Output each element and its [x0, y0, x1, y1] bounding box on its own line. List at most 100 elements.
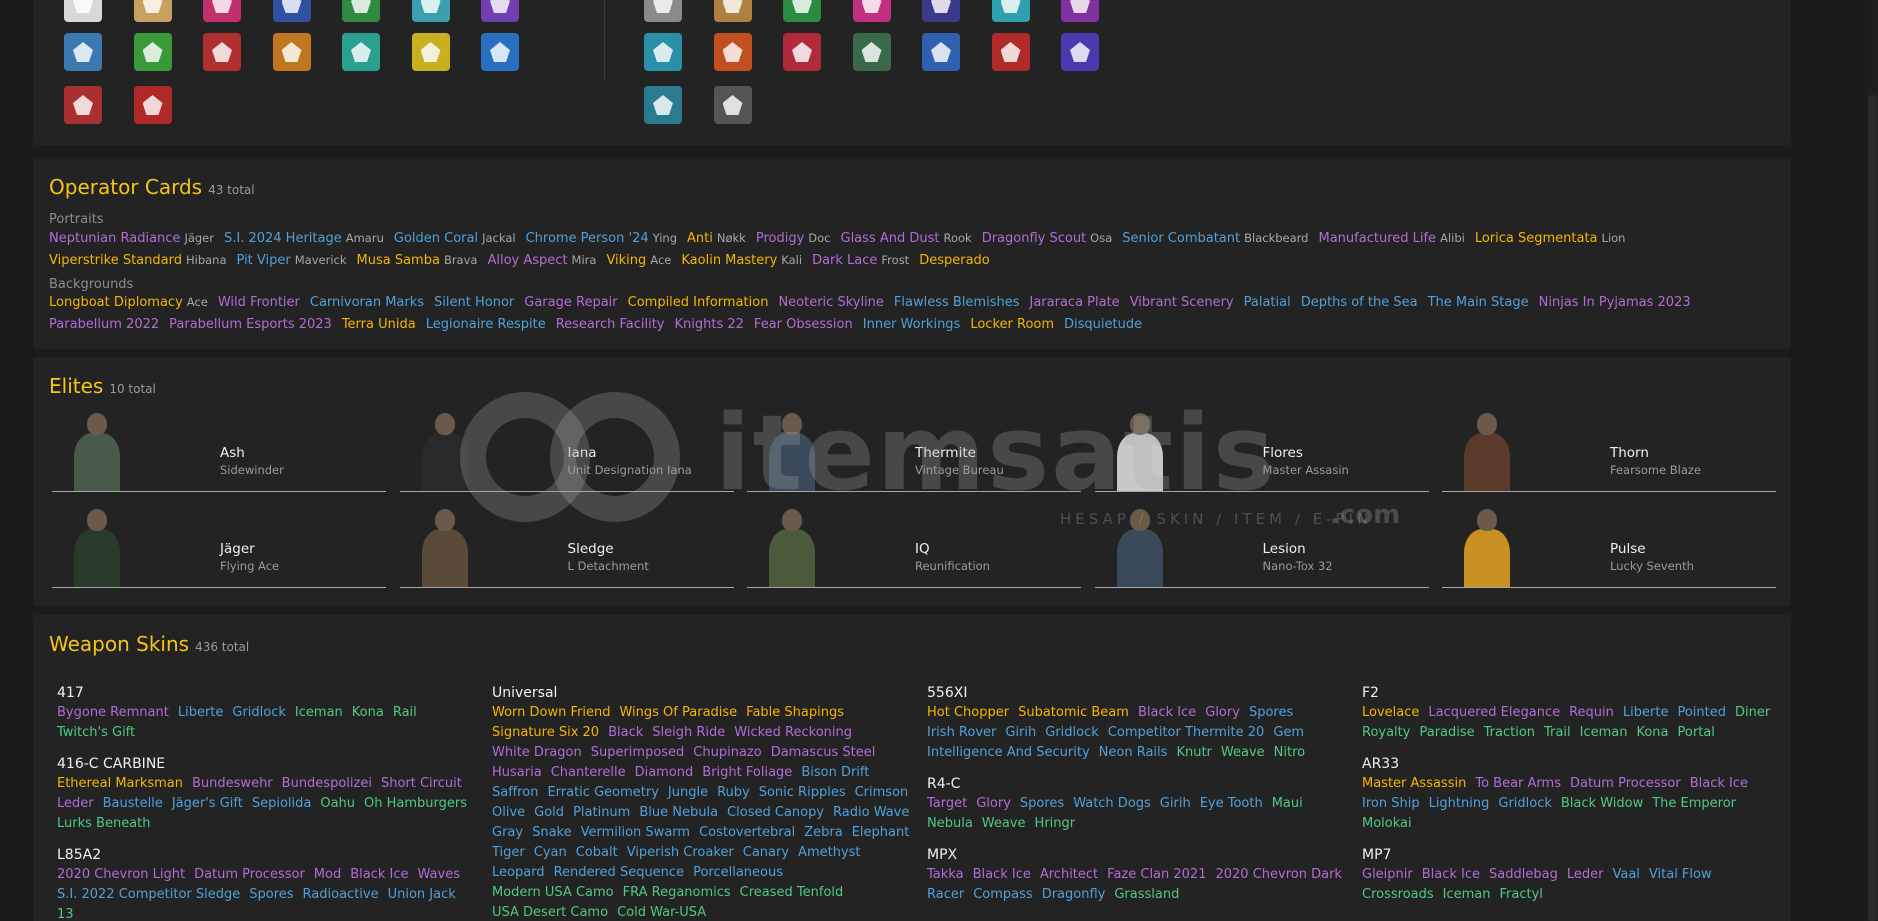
weapon-skin-item[interactable]: Fractyl — [1500, 885, 1543, 905]
weapon-skin-item[interactable]: FRA Reganomics — [623, 883, 731, 903]
weapon-skin-item[interactable]: Spores — [1020, 794, 1064, 814]
weapon-skin-item[interactable]: Bundespolizei — [282, 774, 372, 794]
card-item[interactable]: Knights 22 — [675, 317, 744, 332]
weapon-skin-item[interactable]: Bison Drift — [801, 763, 869, 783]
weapon-skin-item[interactable]: Union Jack — [388, 885, 456, 905]
weapon-skin-item[interactable]: Glory — [976, 794, 1011, 814]
charm-icon[interactable] — [644, 0, 682, 22]
charm-icon[interactable] — [644, 86, 682, 124]
card-item[interactable]: Kaolin Mastery Kali — [681, 253, 802, 268]
charm-icon[interactable] — [713, 86, 752, 124]
charm-icon[interactable] — [133, 86, 172, 124]
weapon-skin-item[interactable]: Irish Rover — [927, 723, 996, 743]
charm-icon[interactable] — [1061, 33, 1099, 71]
weapon-skin-item[interactable]: Weave — [1221, 743, 1265, 763]
weapon-skin-item[interactable]: S.I. 2022 Competitor Sledge — [57, 885, 240, 905]
charm-icon[interactable] — [481, 0, 519, 22]
weapon-skin-item[interactable]: Canary — [743, 843, 789, 863]
card-item[interactable]: Anti Nøkk — [687, 231, 746, 246]
weapon-skin-item[interactable]: Gridlock — [232, 703, 286, 723]
charm-icon[interactable] — [713, 33, 752, 71]
card-item[interactable]: Terra Unida — [342, 317, 416, 332]
weapon-skin-item[interactable]: Short Circuit — [381, 774, 462, 794]
card-item[interactable]: Palatial — [1244, 295, 1291, 310]
weapon-skin-item[interactable]: Cyan — [534, 843, 567, 863]
weapon-skin-item[interactable]: 2020 Chevron Dark — [1215, 865, 1341, 885]
weapon-skin-item[interactable]: Wicked Reckoning — [734, 723, 852, 743]
elite-card[interactable]: Flores Master Assasin — [1094, 404, 1429, 492]
weapon-skin-item[interactable]: Ethereal Marksman — [57, 774, 183, 794]
weapon-skin-item[interactable]: Closed Canopy — [727, 803, 824, 823]
weapon-skin-item[interactable]: Modern USA Camo — [492, 883, 614, 903]
weapon-skin-item[interactable]: Target — [927, 794, 967, 814]
weapon-skin-item[interactable]: Molokai — [1362, 814, 1412, 834]
card-item[interactable]: Alloy Aspect Mira — [487, 253, 596, 268]
card-item[interactable]: Compiled Information — [628, 295, 769, 310]
charm-icon[interactable] — [133, 0, 172, 22]
weapon-skin-item[interactable]: Subatomic Beam — [1018, 703, 1129, 723]
weapon-skin-item[interactable]: Fable Shapings — [746, 703, 844, 723]
weapon-skin-item[interactable]: Leder — [1567, 865, 1604, 885]
weapon-skin-item[interactable]: Gleipnir — [1362, 865, 1413, 885]
weapon-skin-item[interactable]: The Emperor — [1652, 794, 1736, 814]
weapon-skin-item[interactable]: Spores — [249, 885, 293, 905]
card-item[interactable]: Dragonfly Scout Osa — [982, 231, 1113, 246]
charm-icon[interactable] — [991, 0, 1030, 22]
weapon-skin-item[interactable]: Jungle — [668, 783, 708, 803]
weapon-skin-item[interactable]: Diner — [1735, 703, 1770, 723]
charm-icon[interactable] — [203, 33, 241, 71]
card-item[interactable]: Legionaire Respite — [426, 317, 546, 332]
elite-card[interactable]: Pulse Lucky Seventh — [1442, 500, 1776, 588]
weapon-skin-item[interactable]: Lightning — [1429, 794, 1490, 814]
weapon-skin-item[interactable]: Hot Chopper — [927, 703, 1009, 723]
card-item[interactable]: Glass And Dust Rook — [841, 231, 972, 246]
weapon-skin-item[interactable]: Kona — [352, 703, 384, 723]
card-item[interactable]: Garage Repair — [524, 295, 617, 310]
charm-icon[interactable] — [411, 33, 450, 71]
charm-icon[interactable] — [64, 86, 102, 124]
weapon-skin-item[interactable]: Iceman — [1443, 885, 1491, 905]
charm-icon[interactable] — [644, 33, 682, 71]
weapon-skin-item[interactable]: Datum Processor — [1570, 774, 1681, 794]
weapon-skin-item[interactable]: Snake — [532, 823, 572, 843]
weapon-skin-item[interactable]: White Dragon — [492, 743, 582, 763]
weapon-skin-item[interactable]: Mod — [314, 865, 341, 885]
card-item[interactable]: Disquietude — [1064, 317, 1142, 332]
weapon-skin-item[interactable]: Costovertebral — [699, 823, 795, 843]
elite-card[interactable]: IQ Reunification — [747, 500, 1081, 588]
weapon-skin-item[interactable]: Black Ice — [973, 865, 1031, 885]
weapon-skin-item[interactable]: Black Ice — [1138, 703, 1196, 723]
weapon-skin-item[interactable]: Eye Tooth — [1200, 794, 1263, 814]
weapon-skin-item[interactable]: Bygone Remnant — [57, 703, 169, 723]
weapon-skin-item[interactable]: Jäger's Gift — [172, 794, 243, 814]
weapon-skin-item[interactable]: Dragonfly — [1042, 885, 1106, 905]
weapon-skin-item[interactable]: Rendered Sequence — [554, 863, 685, 883]
weapon-skin-item[interactable]: Leder — [57, 794, 94, 814]
weapon-skin-item[interactable]: Architect — [1040, 865, 1098, 885]
elite-card[interactable]: Lesion Nano-Tox 32 — [1094, 500, 1429, 588]
weapon-skin-item[interactable]: Worn Down Friend — [492, 703, 610, 723]
weapon-skin-item[interactable]: Liberte — [1623, 703, 1669, 723]
card-item[interactable]: Manufactured Life Alibi — [1319, 231, 1465, 246]
weapon-skin-item[interactable]: Wings Of Paradise — [619, 703, 737, 723]
weapon-skin-item[interactable]: Gem — [1273, 723, 1304, 743]
weapon-skin-item[interactable]: Platinum — [573, 803, 630, 823]
weapon-skin-item[interactable]: Black — [608, 723, 643, 743]
charm-icon[interactable] — [852, 0, 891, 22]
weapon-skin-item[interactable]: Neon Rails — [1099, 743, 1168, 763]
weapon-skin-item[interactable]: Kona — [1636, 723, 1668, 743]
card-item[interactable]: Musa Samba Brava — [357, 253, 478, 268]
charm-icon[interactable] — [783, 33, 821, 71]
card-item[interactable]: Research Facility — [556, 317, 665, 332]
card-item[interactable]: Longboat Diplomacy Ace — [49, 295, 208, 310]
weapon-skin-item[interactable]: Girih — [1160, 794, 1191, 814]
weapon-skin-item[interactable]: Vital Flow — [1649, 865, 1712, 885]
weapon-skin-item[interactable]: Vermilion Swarm — [581, 823, 690, 843]
card-item[interactable]: Carnivoran Marks — [310, 295, 424, 310]
charm-icon[interactable] — [203, 0, 241, 22]
scrollbar-thumb[interactable] — [1868, 95, 1877, 921]
weapon-skin-item[interactable]: Black Widow — [1561, 794, 1643, 814]
card-item[interactable]: Viperstrike Standard Hibana — [49, 253, 227, 268]
card-item[interactable]: Viking Ace — [606, 253, 671, 268]
card-item[interactable]: Depths of the Sea — [1301, 295, 1418, 310]
